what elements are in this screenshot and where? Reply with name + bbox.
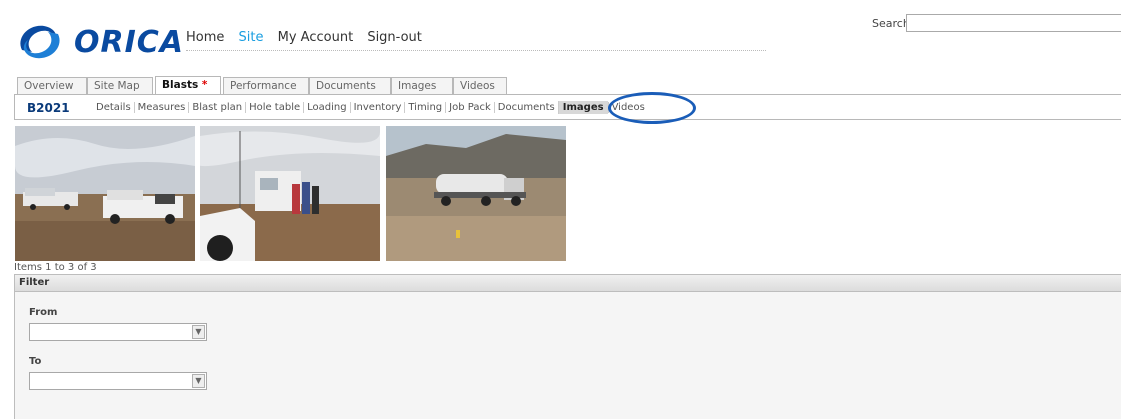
items-count: Items 1 to 3 of 3 xyxy=(14,262,97,273)
to-select[interactable]: ▼ xyxy=(29,372,207,390)
filter-panel: From ▼ To ▼ xyxy=(14,292,1121,419)
tab-label: Images xyxy=(398,80,437,92)
tab-blasts[interactable]: Blasts * xyxy=(155,76,221,95)
tab-performance[interactable]: Performance xyxy=(223,77,309,94)
tab-label: Videos xyxy=(460,80,495,92)
chevron-down-icon[interactable]: ▼ xyxy=(192,325,205,339)
orica-logo[interactable]: ORICA xyxy=(14,20,184,64)
site-photo-1[interactable] xyxy=(15,126,195,261)
blast-subnav: Details Measures Blast plan Hole table Loadi… xyxy=(93,101,648,114)
subnav-videos[interactable]: Videos xyxy=(607,102,648,113)
photo-crew-vehicle xyxy=(200,126,380,261)
search-input[interactable] xyxy=(906,14,1121,32)
nav-sign-out[interactable]: Sign-out xyxy=(367,30,422,45)
photo-vehicles-field xyxy=(15,126,195,261)
tab-label: Performance xyxy=(230,80,297,92)
top-navigation: Home Site My Account Sign-out xyxy=(186,30,432,45)
from-select[interactable]: ▼ xyxy=(29,323,207,341)
subnav-blast-plan[interactable]: Blast plan xyxy=(188,102,246,113)
to-label: To xyxy=(29,356,42,367)
subnav-measures[interactable]: Measures xyxy=(133,102,189,113)
site-photo-2[interactable] xyxy=(200,126,380,261)
nav-site[interactable]: Site xyxy=(239,30,264,45)
tab-documents[interactable]: Documents xyxy=(309,77,391,94)
tab-images[interactable]: Images xyxy=(391,77,453,94)
tab-label: Documents xyxy=(316,80,376,92)
nav-home[interactable]: Home xyxy=(186,30,224,45)
subnav-documents[interactable]: Documents xyxy=(493,102,558,113)
filter-title: Filter xyxy=(19,277,50,288)
site-photo-3[interactable] xyxy=(386,126,566,261)
tab-label: Overview xyxy=(24,80,74,92)
from-label: From xyxy=(29,307,58,318)
subnav-hole-table[interactable]: Hole table xyxy=(245,102,304,113)
blast-id: B2021 xyxy=(27,101,70,115)
subnav-timing[interactable]: Timing xyxy=(404,102,446,113)
chevron-down-icon[interactable]: ▼ xyxy=(192,374,205,388)
subnav-images[interactable]: Images xyxy=(557,101,608,114)
nav-divider xyxy=(186,50,766,51)
tab-site-map[interactable]: Site Map xyxy=(87,77,153,94)
tab-overview[interactable]: Overview xyxy=(17,77,87,94)
search-label: Search xyxy=(872,17,910,30)
tab-videos[interactable]: Videos xyxy=(453,77,507,94)
active-tab-marker: * xyxy=(201,79,208,91)
filter-header[interactable]: Filter xyxy=(14,274,1121,292)
blast-subnav-bar: B2021 Details Measures Blast plan Hole tabl… xyxy=(14,94,1121,120)
subnav-loading[interactable]: Loading xyxy=(303,102,350,113)
subnav-job-pack[interactable]: Job Pack xyxy=(445,102,494,113)
tab-label: Site Map xyxy=(94,80,140,92)
orica-logo-icon xyxy=(20,25,60,59)
photo-truck-quarry xyxy=(386,126,566,261)
subnav-inventory[interactable]: Inventory xyxy=(349,102,405,113)
brand-wordmark: ORICA xyxy=(74,25,184,60)
nav-my-account[interactable]: My Account xyxy=(278,30,354,45)
tab-label: Blasts xyxy=(162,79,199,91)
subnav-details[interactable]: Details xyxy=(93,102,134,113)
